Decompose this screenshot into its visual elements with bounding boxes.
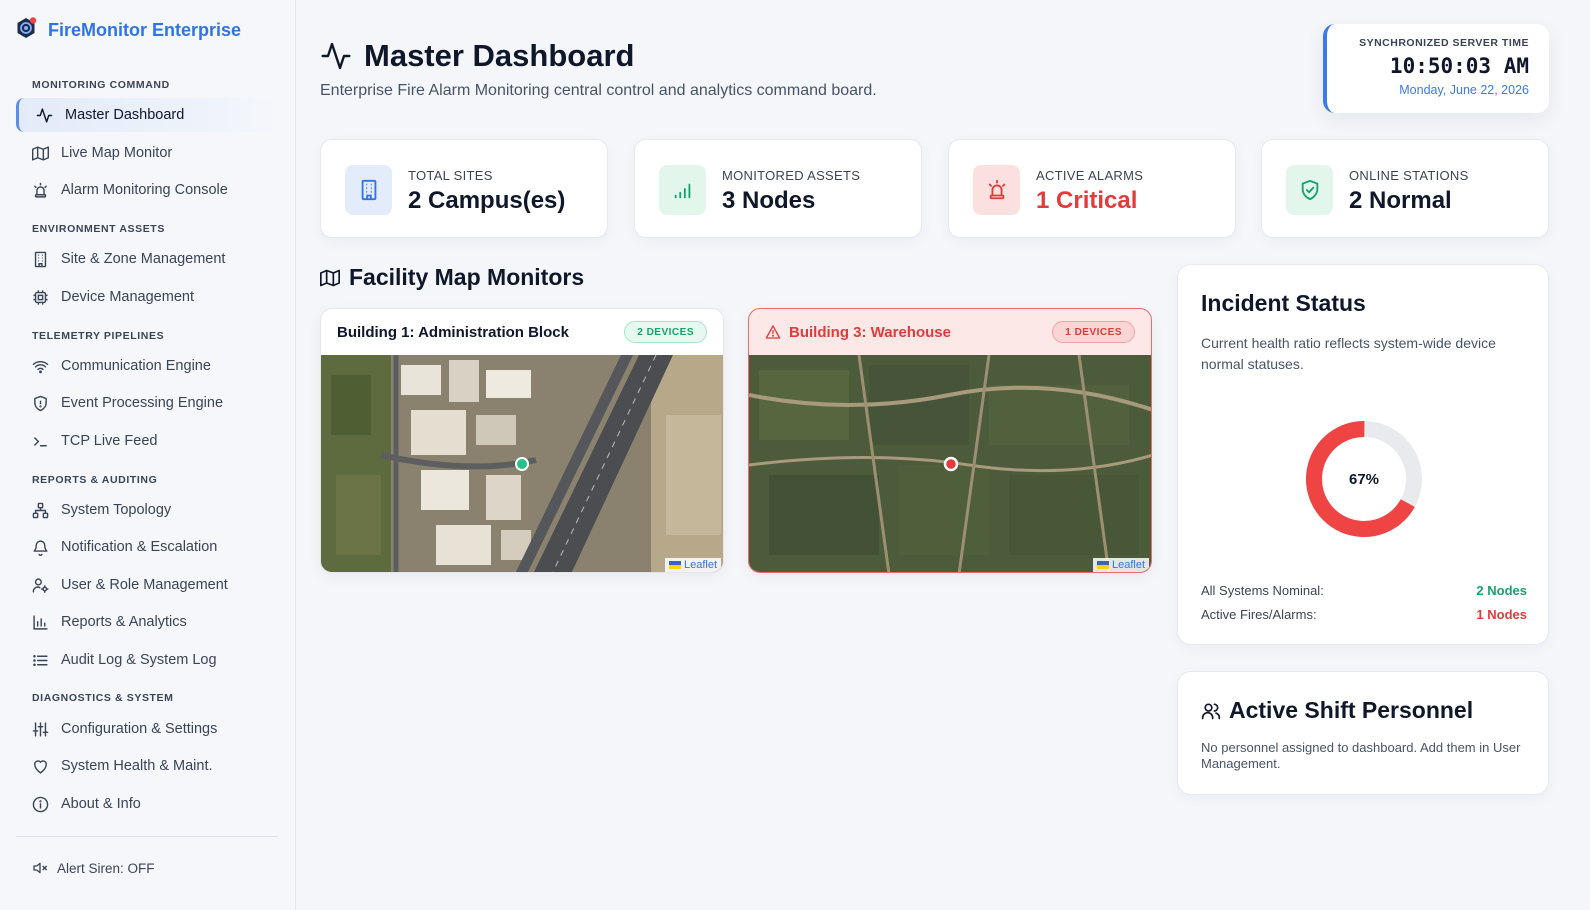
page-subtitle: Enterprise Fire Alarm Monitoring central… <box>320 82 877 99</box>
shield-check-icon <box>1286 165 1333 215</box>
page-title: Master Dashboard <box>320 38 634 74</box>
sidebar-item-live-map-monitor[interactable]: Live Map Monitor <box>16 136 278 170</box>
device-count-badge: 2 DEVICES <box>624 321 707 343</box>
facility-map-heading: Facility Map Monitors <box>320 264 584 291</box>
bar-chart-icon <box>33 614 48 630</box>
sidebar-item-notification-escalation[interactable]: Notification & Escalation <box>16 530 278 564</box>
section-monitoring-command: MONITORING COMMAND <box>32 79 170 91</box>
sidebar-item-tcp-live-feed[interactable]: TCP Live Feed <box>16 424 278 458</box>
map-attribution[interactable]: Leaflet <box>664 558 721 572</box>
sidebar-item-master-dashboard[interactable]: Master Dashboard <box>16 98 278 132</box>
firemonitor-logo-icon <box>14 16 38 45</box>
incident-status-panel: Incident Status Current health ratio ref… <box>1177 264 1549 645</box>
map-view-building-3[interactable]: Leaflet <box>749 355 1151 572</box>
device-count-badge: 1 DEVICES <box>1052 321 1135 343</box>
sidebar-item-site-zone-management[interactable]: Site & Zone Management <box>16 242 278 276</box>
stat-card-monitored-assets[interactable]: MONITORED ASSETS 3 Nodes <box>634 139 922 238</box>
sidebar: FireMonitor Enterprise MONITORING COMMAN… <box>0 0 296 910</box>
flag-icon <box>668 561 681 569</box>
ratio-row-alarms: Active Fires/Alarms: 1 Nodes <box>1201 607 1527 622</box>
signal-icon <box>659 165 706 215</box>
speaker-mute-icon <box>33 862 48 874</box>
sidebar-divider <box>16 836 278 837</box>
sidebar-item-device-management[interactable]: Device Management <box>16 280 278 314</box>
map-card-building-3[interactable]: Building 3: Warehouse 1 DEVICES Leaflet <box>748 308 1152 573</box>
siren-icon <box>973 165 1020 215</box>
activity-icon <box>36 107 53 123</box>
map-icon <box>320 269 340 286</box>
ratio-row-nominal: All Systems Nominal: 2 Nodes <box>1201 583 1527 598</box>
bell-icon <box>33 539 48 556</box>
building-icon <box>34 251 47 267</box>
stat-card-online-stations[interactable]: ONLINE STATIONS 2 Normal <box>1261 139 1549 238</box>
active-shift-personnel-panel: Active Shift Personnel No personnel assi… <box>1177 671 1549 795</box>
shield-icon <box>34 395 47 411</box>
personnel-heading: Active Shift Personnel <box>1201 697 1473 724</box>
sidebar-item-event-processing-engine[interactable]: Event Processing Engine <box>16 386 278 420</box>
siren-icon <box>34 182 47 198</box>
section-diagnostics-system: DIAGNOSTICS & SYSTEM <box>32 692 174 704</box>
users-icon <box>1201 703 1221 719</box>
alert-siren-toggle[interactable]: Alert Siren: OFF <box>32 860 155 876</box>
map-icon <box>32 145 49 161</box>
flag-icon <box>1096 561 1109 569</box>
satellite-map-image <box>749 355 1151 572</box>
alert-triangle-icon <box>765 325 781 339</box>
server-date: Monday, June 22, 2026 <box>1399 83 1529 97</box>
incident-status-description: Current health ratio reflects system-wid… <box>1201 335 1496 372</box>
stat-card-total-sites[interactable]: TOTAL SITES 2 Campus(es) <box>320 139 608 238</box>
wifi-icon <box>32 360 49 373</box>
user-cog-icon <box>32 577 49 593</box>
server-time: 10:50:03 AM <box>1389 54 1529 78</box>
heart-icon <box>34 759 47 774</box>
health-percent: 67% <box>1349 471 1379 488</box>
map-attribution[interactable]: Leaflet <box>1092 558 1149 572</box>
terminal-icon <box>34 436 47 446</box>
page-title-text: Master Dashboard <box>364 38 635 73</box>
sidebar-item-configuration-settings[interactable]: Configuration & Settings <box>16 712 278 746</box>
server-time-card: SYNCHRONIZED SERVER TIME 10:50:03 AM Mon… <box>1323 24 1549 113</box>
health-ratio-donut: 67% <box>1306 421 1422 537</box>
map-view-building-1[interactable]: Leaflet <box>321 355 723 572</box>
topology-icon <box>32 502 49 518</box>
incident-status-title: Incident Status <box>1201 290 1366 316</box>
section-telemetry-pipelines: TELEMETRY PIPELINES <box>32 330 165 342</box>
server-time-label: SYNCHRONIZED SERVER TIME <box>1359 37 1529 49</box>
sidebar-item-about-info[interactable]: About & Info <box>16 787 278 821</box>
building-icon <box>345 165 392 215</box>
sidebar-item-alarm-monitoring-console[interactable]: Alarm Monitoring Console <box>16 173 278 207</box>
personnel-empty-message: No personnel assigned to dashboard. Add … <box>1201 740 1521 771</box>
sidebar-item-audit-log-system-log[interactable]: Audit Log & System Log <box>16 643 278 677</box>
list-icon <box>33 654 48 666</box>
section-environment-assets: ENVIRONMENT ASSETS <box>32 223 165 235</box>
sliders-icon <box>32 721 49 737</box>
sidebar-item-reports-analytics[interactable]: Reports & Analytics <box>16 605 278 639</box>
app-name: FireMonitor Enterprise <box>48 20 242 40</box>
satellite-map-image <box>321 355 723 572</box>
sidebar-item-user-role-management[interactable]: User & Role Management <box>16 568 278 602</box>
map-card-building-1[interactable]: Building 1: Administration Block 2 DEVIC… <box>320 308 724 573</box>
brand[interactable]: FireMonitor Enterprise <box>14 16 241 45</box>
sidebar-item-system-health-maint[interactable]: System Health & Maint. <box>16 749 278 783</box>
sidebar-item-system-topology[interactable]: System Topology <box>16 493 278 527</box>
section-reports-auditing: REPORTS & AUDITING <box>32 474 158 486</box>
activity-icon <box>321 42 351 70</box>
info-icon <box>32 796 49 812</box>
chip-icon <box>33 289 48 305</box>
sidebar-item-communication-engine[interactable]: Communication Engine <box>16 349 278 383</box>
stat-card-active-alarms[interactable]: ACTIVE ALARMS 1 Critical <box>948 139 1236 238</box>
